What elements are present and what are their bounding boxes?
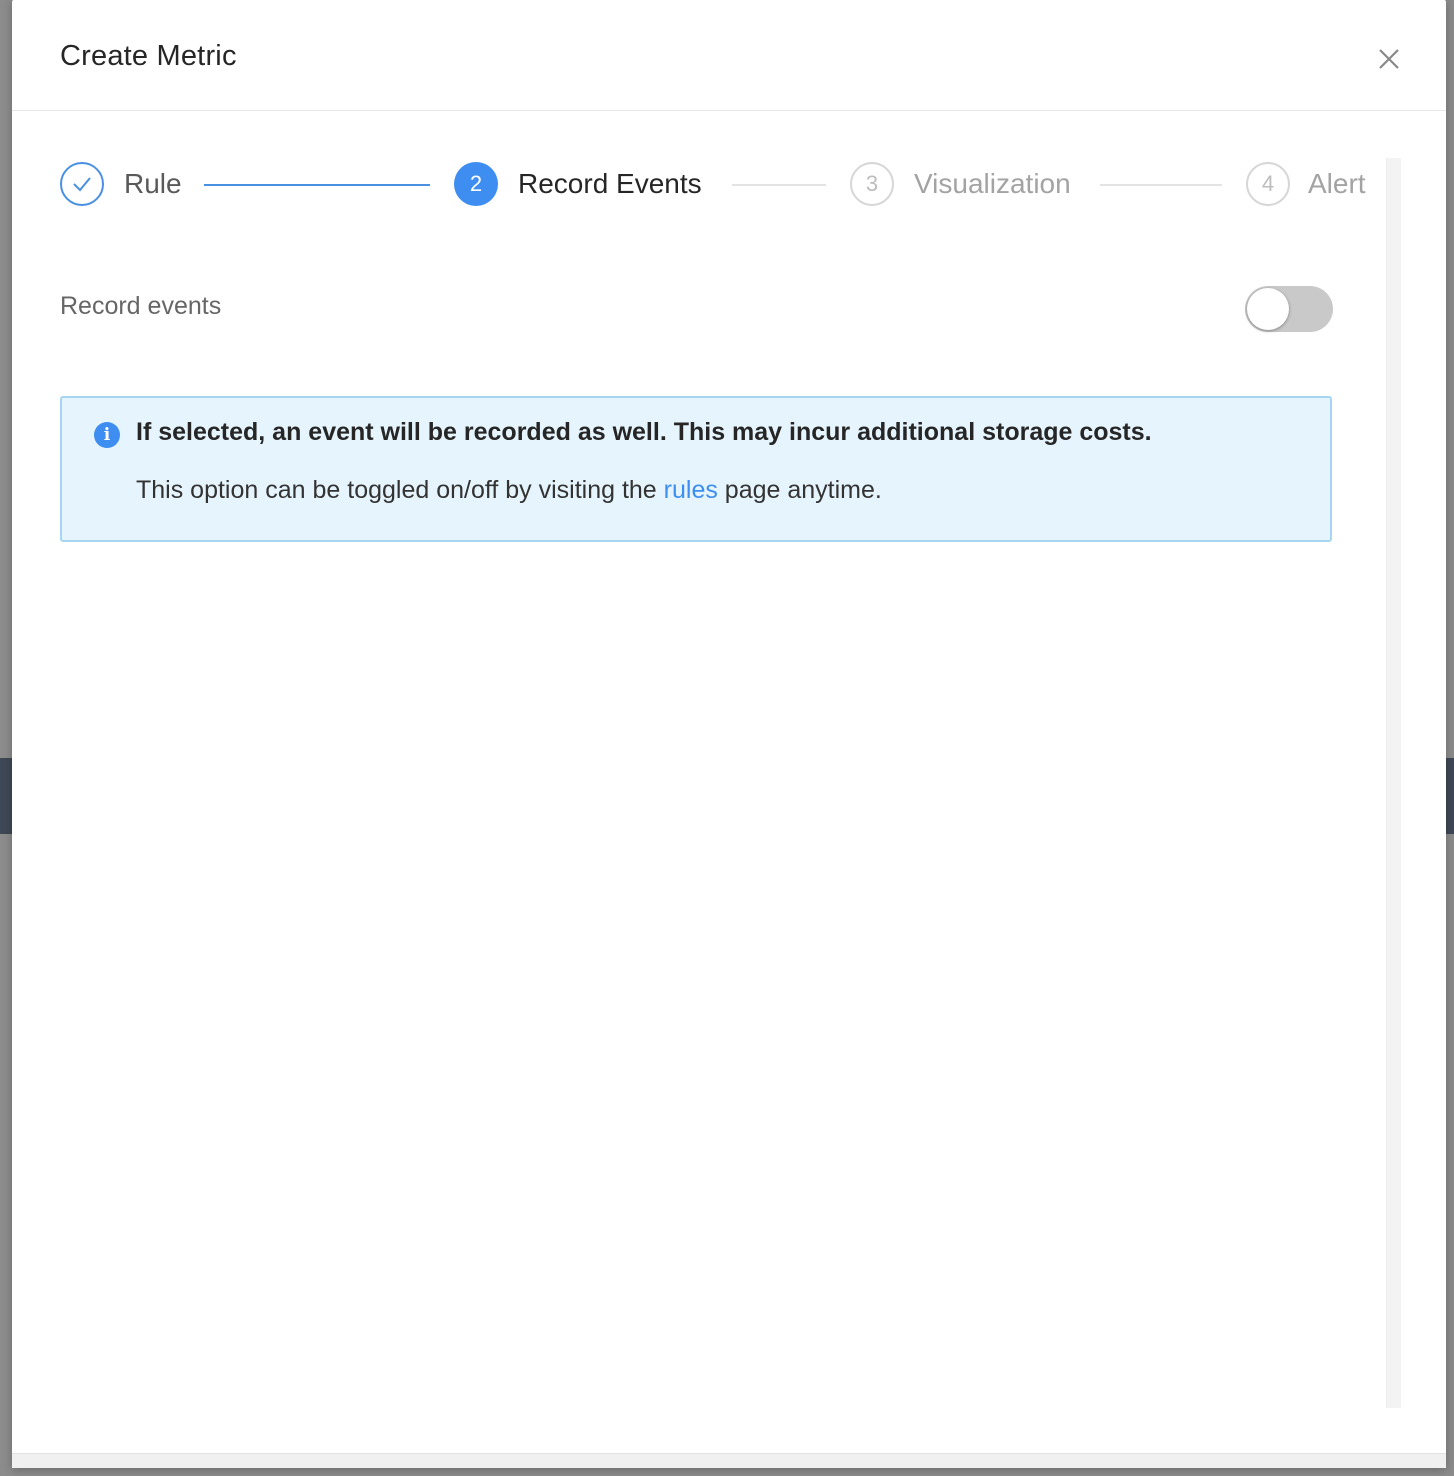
info-icon: i <box>94 422 120 448</box>
record-events-toggle[interactable] <box>1245 286 1333 332</box>
step-alert-label: Alert <box>1308 168 1366 199</box>
info-alert: i If selected, an event will be recorded… <box>60 396 1332 542</box>
step-rule[interactable]: Rule <box>60 160 182 208</box>
check-icon <box>73 177 91 192</box>
step-record-events[interactable]: 2 Record Events <box>454 160 702 208</box>
step-visualization-label: Visualization <box>914 168 1071 199</box>
alert-body-after: page anytime. <box>717 476 882 504</box>
toggle-knob <box>1247 288 1289 330</box>
step-rule-circle <box>60 162 104 206</box>
step-visualization[interactable]: 3 Visualization <box>850 160 1071 208</box>
alert-body: This option can be toggled on/off by vis… <box>136 476 882 505</box>
step-connector-3 <box>1100 184 1222 186</box>
close-button[interactable] <box>1372 42 1406 76</box>
step-alert-circle: 4 <box>1246 162 1290 206</box>
step-visualization-circle: 3 <box>850 162 894 206</box>
modal-header: Create Metric <box>12 0 1446 111</box>
step-record-events-circle: 2 <box>454 162 498 206</box>
alert-title: If selected, an event will be recorded a… <box>136 418 1152 446</box>
scrollbar[interactable] <box>1386 158 1401 1408</box>
modal-footer <box>12 1453 1446 1468</box>
step-connector-1 <box>204 184 430 186</box>
alert-body-before: This option can be toggled on/off by vis… <box>136 476 664 504</box>
modal-title: Create Metric <box>60 40 237 72</box>
close-icon <box>1379 49 1399 69</box>
step-connector-2 <box>732 184 826 186</box>
record-events-label: Record events <box>60 292 222 320</box>
step-alert[interactable]: 4 Alert <box>1246 160 1366 208</box>
step-record-events-label: Record Events <box>518 168 702 199</box>
create-metric-modal: Create Metric Rule 2 Record Events 3 Vis… <box>12 0 1446 1468</box>
rules-link[interactable]: rules <box>664 476 718 504</box>
step-rule-label: Rule <box>124 168 182 199</box>
